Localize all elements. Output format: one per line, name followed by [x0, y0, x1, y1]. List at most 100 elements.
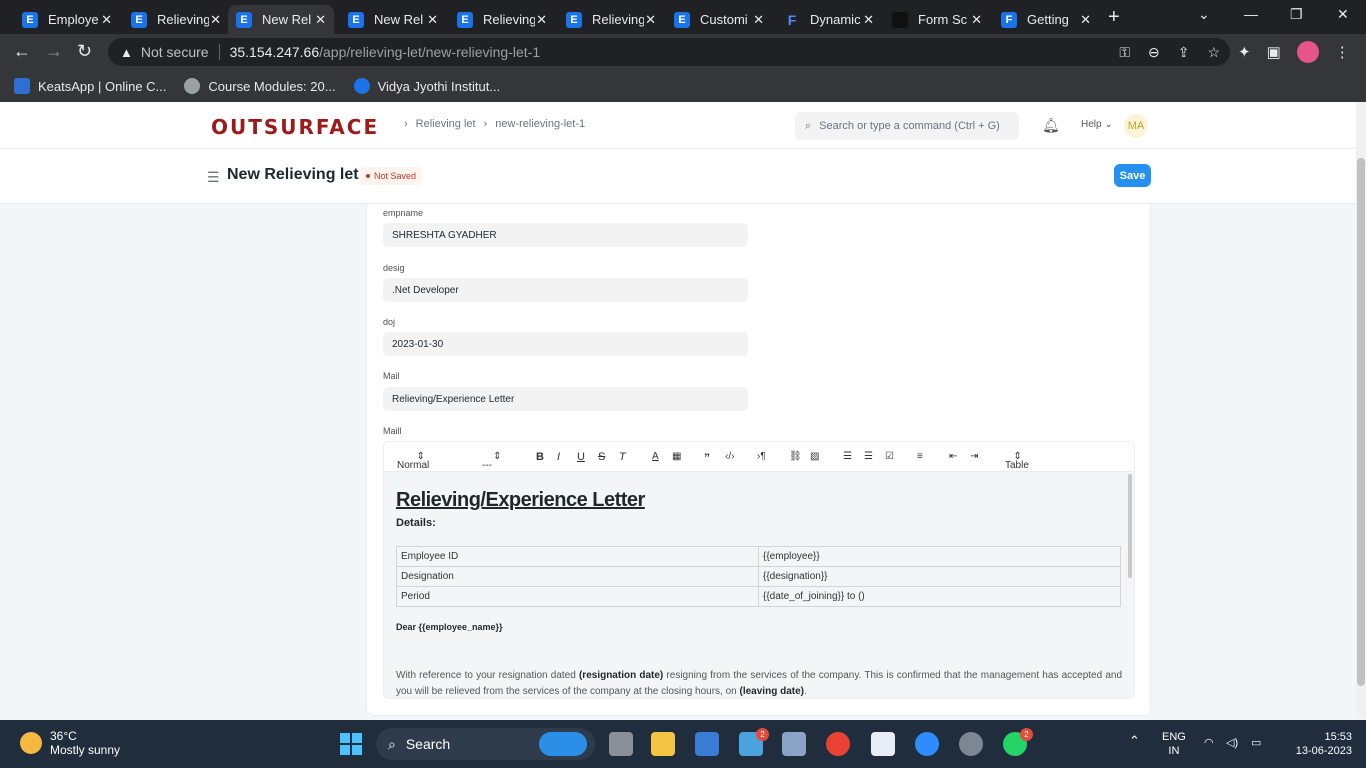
zoom-icon[interactable]: ⊖	[1148, 44, 1160, 61]
doj-field[interactable]: 2023-01-30	[383, 332, 748, 356]
tab-close-icon[interactable]: ✕	[315, 12, 326, 28]
settings-gear-icon[interactable]	[959, 732, 983, 756]
mail-icon[interactable]: 2	[739, 728, 769, 756]
text-color-icon[interactable]: A	[652, 451, 659, 462]
font-size-select[interactable]: --- ⇕	[482, 451, 502, 471]
tab-close-icon[interactable]: ✕	[971, 12, 982, 28]
bookmark-item[interactable]: Course Modules: 20...	[184, 78, 336, 94]
search-placeholder: Search or type a command (Ctrl + G)	[819, 120, 1000, 132]
mail-field[interactable]: Relieving/Experience Letter	[383, 387, 748, 411]
tab-close-icon[interactable]: ✕	[1080, 12, 1091, 28]
taskbar-search[interactable]: ⌕ Search	[376, 728, 595, 760]
browser-tab-active[interactable]: E New Rel ✕	[228, 5, 334, 34]
check-list-icon[interactable]: ☑	[885, 451, 894, 462]
editor-scrollbar[interactable]	[1128, 474, 1132, 578]
bookmark-item[interactable]: KeatsApp | Online C...	[14, 78, 166, 94]
awesomebar-search-input[interactable]: ⌕ Search or type a command (Ctrl + G)	[795, 112, 1019, 140]
tab-close-icon[interactable]: ✕	[210, 12, 221, 28]
browser-tab[interactable]: Form Sc ✕	[884, 5, 990, 34]
clock[interactable]: 15:53 13-06-2023	[1294, 730, 1352, 758]
warning-triangle-icon[interactable]: ▲	[120, 45, 133, 60]
desig-field[interactable]: .Net Developer	[383, 278, 748, 302]
text-direction-icon[interactable]: ›¶	[757, 451, 766, 462]
bullet-list-icon[interactable]: ☰	[864, 451, 873, 462]
bookmark-star-icon[interactable]: ☆	[1207, 44, 1220, 61]
battery-icon[interactable]: ▭	[1251, 736, 1261, 750]
microsoft-store-icon[interactable]	[695, 732, 719, 756]
forward-arrow-icon[interactable]: →	[45, 41, 63, 62]
user-avatar[interactable]: MA	[1124, 114, 1148, 138]
key-icon[interactable]: ⚿	[1119, 44, 1130, 61]
weather-widget[interactable]: 36°C Mostly sunny	[20, 729, 120, 757]
editor-content[interactable]: Relieving/Experience Letter Details: Emp…	[384, 472, 1134, 698]
side-panel-icon[interactable]: ▣	[1267, 43, 1281, 61]
breadcrumb-doc[interactable]: new-relieving-let-1	[495, 118, 585, 130]
browser-tab[interactable]: F Getting ✕	[993, 5, 1099, 34]
paragraph-style-select[interactable]: Normal ⇕	[397, 451, 429, 471]
browser-tab[interactable]: E Relieving ✕	[558, 5, 664, 34]
sidebar-toggle-icon[interactable]: ☰	[207, 169, 220, 186]
background-color-icon[interactable]: ▦	[672, 451, 681, 462]
tab-title: Getting	[1027, 12, 1069, 27]
chrome-menu-icon[interactable]: ⋮	[1335, 43, 1350, 61]
tab-search-chevron-icon[interactable]: ⌄	[1198, 6, 1210, 23]
save-button[interactable]: Save	[1114, 164, 1151, 187]
help-dropdown[interactable]: Help ⌄	[1081, 119, 1113, 130]
bold-icon[interactable]: B	[536, 451, 544, 463]
chrome-icon[interactable]	[826, 732, 850, 756]
browser-tab[interactable]: F Dynamic ✕	[776, 5, 882, 34]
tab-close-icon[interactable]: ✕	[753, 12, 764, 28]
address-bar[interactable]: ▲ Not secure 35.154.247.66 /app/relievin…	[108, 38, 1230, 66]
whatsapp-icon[interactable]: 2	[1003, 728, 1033, 756]
browser-tab[interactable]: E New Rel ✕	[340, 5, 446, 34]
link-icon[interactable]: ⛓	[789, 451, 802, 462]
browser-tab[interactable]: E Customi ✕	[666, 5, 772, 34]
browser-tab[interactable]: E Employe ✕	[14, 5, 120, 34]
app-cube-icon[interactable]	[782, 732, 806, 756]
code-block-icon[interactable]: ‹/›	[725, 451, 734, 462]
language-indicator[interactable]: ENG IN	[1162, 730, 1186, 758]
new-tab-plus-icon[interactable]: +	[1108, 6, 1120, 29]
notepad-icon[interactable]	[871, 732, 895, 756]
tab-close-icon[interactable]: ✕	[536, 12, 547, 28]
extensions-puzzle-icon[interactable]: ✦	[1238, 43, 1251, 61]
tab-close-icon[interactable]: ✕	[645, 12, 656, 28]
browser-tab[interactable]: E Relieving ✕	[449, 5, 555, 34]
page-scrollbar-thumb[interactable]	[1357, 158, 1365, 686]
blockquote-icon[interactable]: ”	[704, 451, 710, 465]
empname-field[interactable]: SHRESHTA GYADHER	[383, 223, 748, 247]
window-close-icon[interactable]: ✕	[1337, 6, 1349, 23]
tab-close-icon[interactable]: ✕	[427, 12, 438, 28]
bookmark-item[interactable]: Vidya Jyothi Institut...	[353, 78, 500, 94]
windows-start-icon[interactable]	[340, 733, 362, 755]
share-icon[interactable]: ⇪	[1178, 44, 1190, 61]
ordered-list-icon[interactable]: ☰	[843, 451, 852, 462]
volume-icon[interactable]: ◁)	[1226, 736, 1238, 750]
wifi-icon[interactable]: ◠	[1204, 736, 1214, 750]
bing-icon[interactable]	[539, 732, 587, 756]
align-icon[interactable]: ≡	[917, 451, 923, 462]
reload-icon[interactable]: ↻	[77, 41, 92, 62]
browser-tab[interactable]: E Relieving ✕	[123, 5, 229, 34]
italic-icon[interactable]: I	[557, 451, 560, 463]
tab-close-icon[interactable]: ✕	[863, 12, 874, 28]
profile-avatar[interactable]	[1296, 41, 1319, 63]
image-icon[interactable]: ▨	[810, 451, 819, 462]
underline-icon[interactable]: U	[577, 451, 585, 463]
app-logo[interactable]: OUTSURFACE	[211, 115, 379, 139]
clear-format-icon[interactable]: T	[619, 451, 626, 463]
outdent-icon[interactable]: ⇤	[949, 451, 957, 462]
notification-bell-icon[interactable]: 🔔︎	[1042, 117, 1060, 134]
indent-icon[interactable]: ⇥	[970, 451, 978, 462]
restore-icon[interactable]: ❐	[1290, 6, 1303, 23]
task-view-icon[interactable]	[609, 732, 633, 756]
file-explorer-icon[interactable]	[651, 732, 675, 756]
strikethrough-icon[interactable]: S	[598, 451, 605, 463]
breadcrumb-doctype[interactable]: Relieving let	[416, 118, 476, 130]
chevron-up-icon[interactable]: ⌃	[1129, 734, 1140, 748]
zoom-icon[interactable]	[915, 732, 939, 756]
tab-close-icon[interactable]: ✕	[101, 12, 112, 28]
minimize-icon[interactable]: —	[1244, 6, 1258, 22]
back-arrow-icon[interactable]: ←	[13, 41, 31, 62]
table-select[interactable]: Table ⇕	[1005, 451, 1029, 471]
